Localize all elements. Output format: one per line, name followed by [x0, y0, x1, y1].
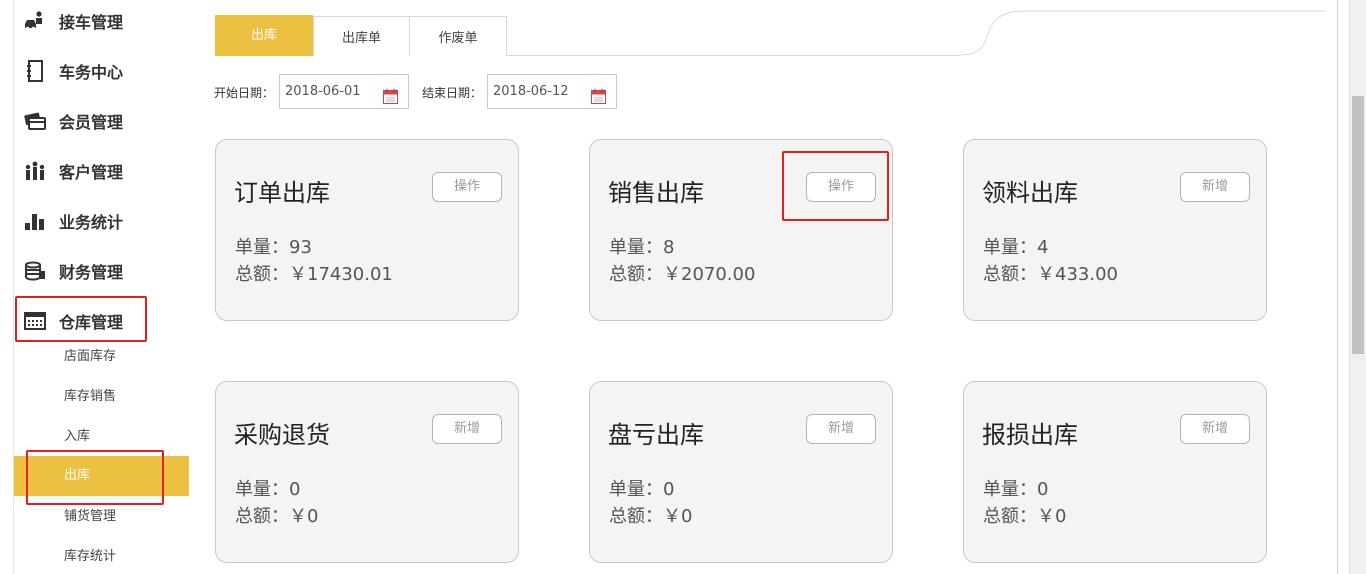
tab-bar-curve	[957, 10, 1325, 56]
people-group-icon	[24, 160, 46, 182]
sidebar-subitem-stock-in[interactable]: 入库	[14, 417, 189, 457]
add-button[interactable]: 新增	[1180, 414, 1250, 444]
sidebar-item-label: 业务统计	[59, 213, 124, 232]
sidebar-item-customers[interactable]: 客户管理	[24, 156, 123, 186]
sidebar-subitem-inventory-sales[interactable]: 库存销售	[14, 377, 189, 417]
add-button[interactable]: 新增	[432, 414, 502, 444]
card-sales-stock-out: 销售出库 操作 单量：8 总额：￥2070.00	[589, 139, 893, 321]
card-count: 单量：0	[235, 479, 301, 500]
calendar-icon[interactable]	[383, 84, 398, 104]
sidebar-item-label: 会员管理	[59, 113, 124, 132]
start-date-value: 2018-06-01	[285, 84, 361, 99]
end-date-value: 2018-06-12	[493, 84, 569, 99]
add-button[interactable]: 新增	[1180, 172, 1250, 202]
card-amount: 总额：￥17430.01	[235, 264, 393, 285]
sidebar-item-business-stats[interactable]: 业务统计	[24, 206, 123, 236]
sidebar-item-members[interactable]: 会员管理	[24, 106, 123, 136]
card-material-stock-out: 领料出库 新增 单量：4 总额：￥433.00	[963, 139, 1267, 321]
card-amount: 总额：￥0	[235, 506, 319, 527]
card-title: 盘亏出库	[608, 421, 704, 449]
sidebar-item-label: 仓库管理	[59, 313, 124, 332]
start-date-label: 开始日期：	[214, 86, 275, 100]
tab-void-orders[interactable]: 作废单	[409, 16, 507, 56]
card-title: 领料出库	[982, 179, 1078, 207]
card-count: 单量：93	[235, 237, 312, 258]
card-amount: 总额：￥2070.00	[609, 264, 756, 285]
sidebar-item-label: 财务管理	[59, 263, 124, 282]
coin-stack-icon	[24, 260, 46, 282]
card-count: 单量：0	[609, 479, 675, 500]
card-amount: 总额：￥0	[609, 506, 693, 527]
sidebar-subitem-distribution[interactable]: 铺货管理	[14, 497, 189, 537]
card-count: 单量：8	[609, 237, 675, 258]
card-title: 销售出库	[608, 179, 704, 207]
vertical-scrollbar[interactable]	[1349, 0, 1366, 574]
card-count: 单量：4	[983, 237, 1049, 258]
sidebar: 接车管理 车务中心 会员管理 客户管理 业务统计 财务管理 仓库管理 店面库存 …	[0, 0, 190, 574]
end-date-label: 结束日期：	[422, 86, 483, 100]
content-border	[1337, 0, 1338, 574]
tab-stock-out-orders[interactable]: 出库单	[313, 16, 410, 56]
sidebar-item-vehicle-center[interactable]: 车务中心	[24, 56, 123, 86]
sidebar-subitem-inventory-stats[interactable]: 库存统计	[14, 537, 189, 574]
sidebar-subitem-stock-out[interactable]: 出库	[14, 456, 189, 496]
sidebar-item-finance[interactable]: 财务管理	[24, 256, 123, 286]
bar-chart-icon	[24, 210, 46, 232]
card-title: 采购退货	[234, 421, 330, 449]
card-amount: 总额：￥0	[983, 506, 1067, 527]
card-inventory-loss: 盘亏出库 新增 单量：0 总额：￥0	[589, 381, 893, 563]
sidebar-item-label: 客户管理	[59, 163, 124, 182]
card-count: 单量：0	[983, 479, 1049, 500]
sidebar-item-label: 车务中心	[59, 63, 124, 82]
sidebar-item-warehouse[interactable]: 仓库管理	[24, 306, 123, 336]
card-title: 报损出库	[982, 421, 1078, 449]
card-purchase-return: 采购退货 新增 单量：0 总额：￥0	[215, 381, 519, 563]
card-damage-stock-out: 报损出库 新增 单量：0 总额：￥0	[963, 381, 1267, 563]
sidebar-subitem-store-inventory[interactable]: 店面库存	[14, 337, 189, 377]
card-title: 订单出库	[234, 179, 330, 207]
card-order-stock-out: 订单出库 操作 单量：93 总额：￥17430.01	[215, 139, 519, 321]
end-date-input[interactable]: 2018-06-12	[487, 74, 617, 109]
card-amount: 总额：￥433.00	[983, 264, 1118, 285]
sidebar-item-reception[interactable]: 接车管理	[24, 6, 123, 36]
add-button[interactable]: 新增	[806, 414, 876, 444]
member-card-icon	[24, 110, 46, 132]
start-date-input[interactable]: 2018-06-01	[279, 74, 409, 109]
tab-stock-out[interactable]: 出库	[215, 15, 313, 56]
calendar-icon[interactable]	[591, 84, 606, 104]
warehouse-icon	[24, 310, 46, 332]
scrollbar-thumb[interactable]	[1352, 96, 1364, 354]
sidebar-item-label: 接车管理	[59, 13, 124, 32]
notebook-icon	[24, 60, 46, 82]
operate-button[interactable]: 操作	[806, 172, 876, 202]
car-person-icon	[24, 10, 46, 32]
operate-button[interactable]: 操作	[432, 172, 502, 202]
